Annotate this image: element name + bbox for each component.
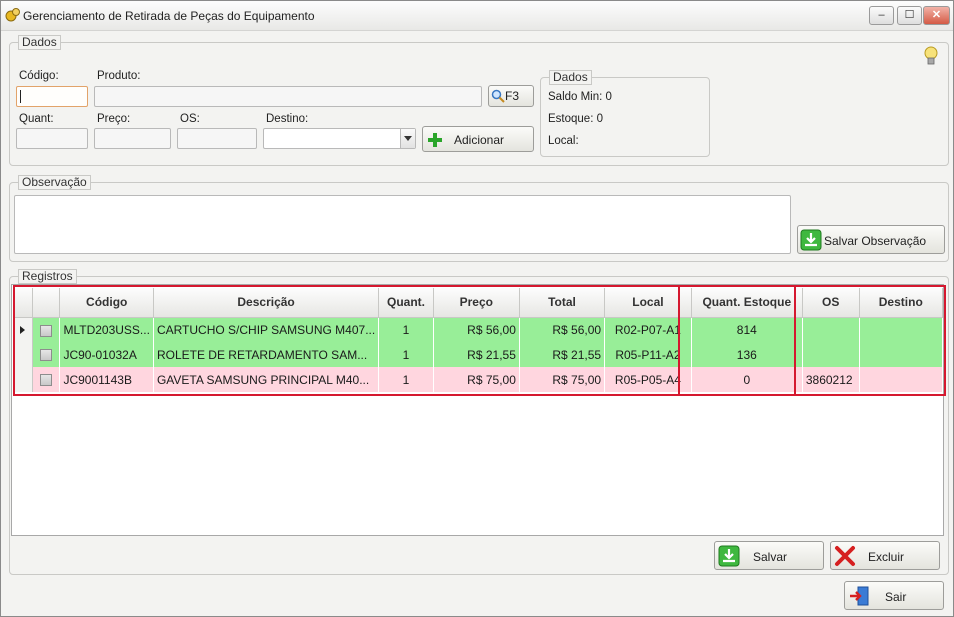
maximize-button[interactable]: ☐ bbox=[897, 6, 922, 25]
table-highlight-box bbox=[13, 285, 946, 396]
stock-info-group: Dados Saldo Min: 0 Estoque: 0 Local: bbox=[540, 70, 710, 157]
lightbulb-icon[interactable] bbox=[923, 45, 939, 67]
os-label: OS: bbox=[180, 113, 200, 125]
produto-label: Produto: bbox=[97, 70, 141, 82]
os-input[interactable] bbox=[177, 128, 257, 149]
adicionar-label: Adicionar bbox=[454, 133, 505, 147]
excluir-button[interactable]: Excluir bbox=[830, 541, 940, 570]
salvar-button[interactable]: Salvar bbox=[714, 541, 824, 570]
plus-icon bbox=[428, 133, 442, 147]
main-window: Gerenciamento de Retirada de Peças do Eq… bbox=[0, 0, 954, 617]
preco-input[interactable] bbox=[94, 128, 171, 149]
title-bar: Gerenciamento de Retirada de Peças do Eq… bbox=[1, 1, 953, 31]
observacao-legend: Observação bbox=[18, 175, 91, 190]
download-save-icon bbox=[800, 229, 822, 251]
adicionar-button[interactable]: Adicionar bbox=[422, 126, 534, 152]
red-x-delete-icon bbox=[835, 546, 855, 566]
quant-input[interactable] bbox=[16, 128, 88, 149]
salvar-label: Salvar bbox=[753, 550, 788, 564]
chevron-down-icon bbox=[404, 136, 412, 141]
preco-label: Preço: bbox=[97, 113, 131, 125]
sair-button[interactable]: Sair bbox=[844, 581, 944, 610]
close-button[interactable]: ✕ bbox=[923, 6, 950, 25]
produto-input[interactable] bbox=[94, 86, 482, 107]
codigo-input[interactable] bbox=[16, 86, 88, 107]
download-save-icon bbox=[718, 545, 740, 567]
local-text: Local: bbox=[548, 135, 579, 147]
destino-label: Destino: bbox=[266, 113, 309, 125]
destino-dropdown-toggle[interactable] bbox=[400, 129, 415, 148]
observacao-textarea[interactable] bbox=[14, 195, 791, 254]
sair-label: Sair bbox=[885, 590, 907, 604]
codigo-label: Código: bbox=[19, 70, 59, 82]
salvar-observacao-label: Salvar Observação bbox=[824, 234, 927, 248]
exit-door-icon bbox=[850, 586, 869, 606]
f3-label: F3 bbox=[505, 89, 520, 103]
estoque-column-highlight-box bbox=[678, 285, 796, 396]
app-logo-icon bbox=[5, 8, 20, 22]
saldo-min-text: Saldo Min: 0 bbox=[548, 91, 612, 103]
registros-legend: Registros bbox=[18, 269, 77, 284]
excluir-label: Excluir bbox=[868, 550, 905, 564]
window-title: Gerenciamento de Retirada de Peças do Eq… bbox=[23, 9, 315, 23]
f3-search-button[interactable]: F3 bbox=[488, 85, 534, 107]
dados-legend: Dados bbox=[18, 35, 61, 50]
quant-label: Quant: bbox=[19, 113, 54, 125]
salvar-observacao-button[interactable]: Salvar Observação bbox=[797, 225, 945, 254]
estoque-text: Estoque: 0 bbox=[548, 113, 603, 125]
destino-select[interactable] bbox=[263, 128, 416, 149]
magnifier-icon bbox=[491, 89, 505, 103]
text-cursor bbox=[20, 90, 21, 103]
stock-info-legend: Dados bbox=[549, 70, 592, 85]
minimize-button[interactable]: – bbox=[869, 6, 894, 25]
